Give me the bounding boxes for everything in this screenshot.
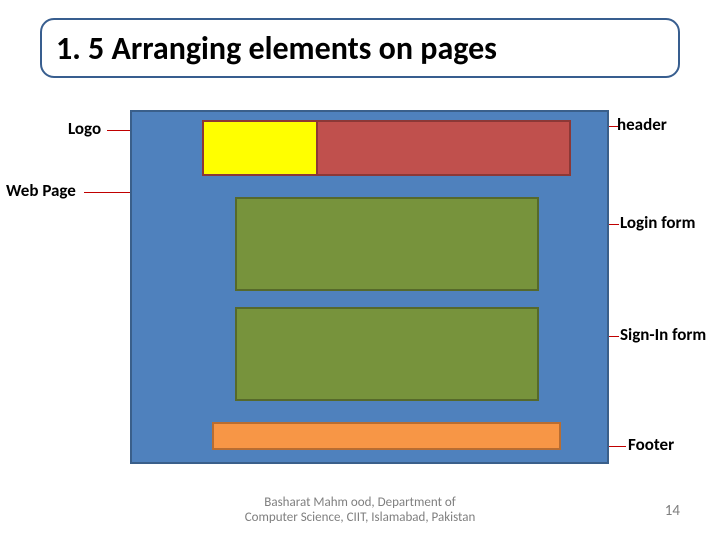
credits-line2: Computer Science, CIIT, Islamabad, Pakis… — [0, 510, 720, 526]
slide-title: 1. 5 Arranging elements on pages — [56, 29, 497, 68]
label-header: header — [617, 114, 667, 135]
login-form-region — [235, 197, 539, 291]
signin-form-region — [235, 307, 539, 401]
label-login: Login form — [620, 212, 695, 233]
footer-region — [212, 422, 561, 450]
slide-title-bar: 1. 5 Arranging elements on pages — [40, 18, 680, 78]
label-webpage: Web Page — [6, 180, 76, 201]
connector-webpage — [84, 192, 132, 193]
logo-region — [204, 122, 318, 174]
webpage-container — [130, 110, 609, 464]
credits-line1: Basharat Mahm ood, Department of — [0, 495, 720, 511]
slide-credits: Basharat Mahm ood, Department of Compute… — [0, 495, 720, 526]
page-number: 14 — [665, 502, 680, 520]
label-signin: Sign-In form — [620, 324, 706, 345]
label-logo: Logo — [68, 118, 101, 139]
header-region — [202, 120, 571, 176]
label-footer: Footer — [628, 434, 674, 455]
